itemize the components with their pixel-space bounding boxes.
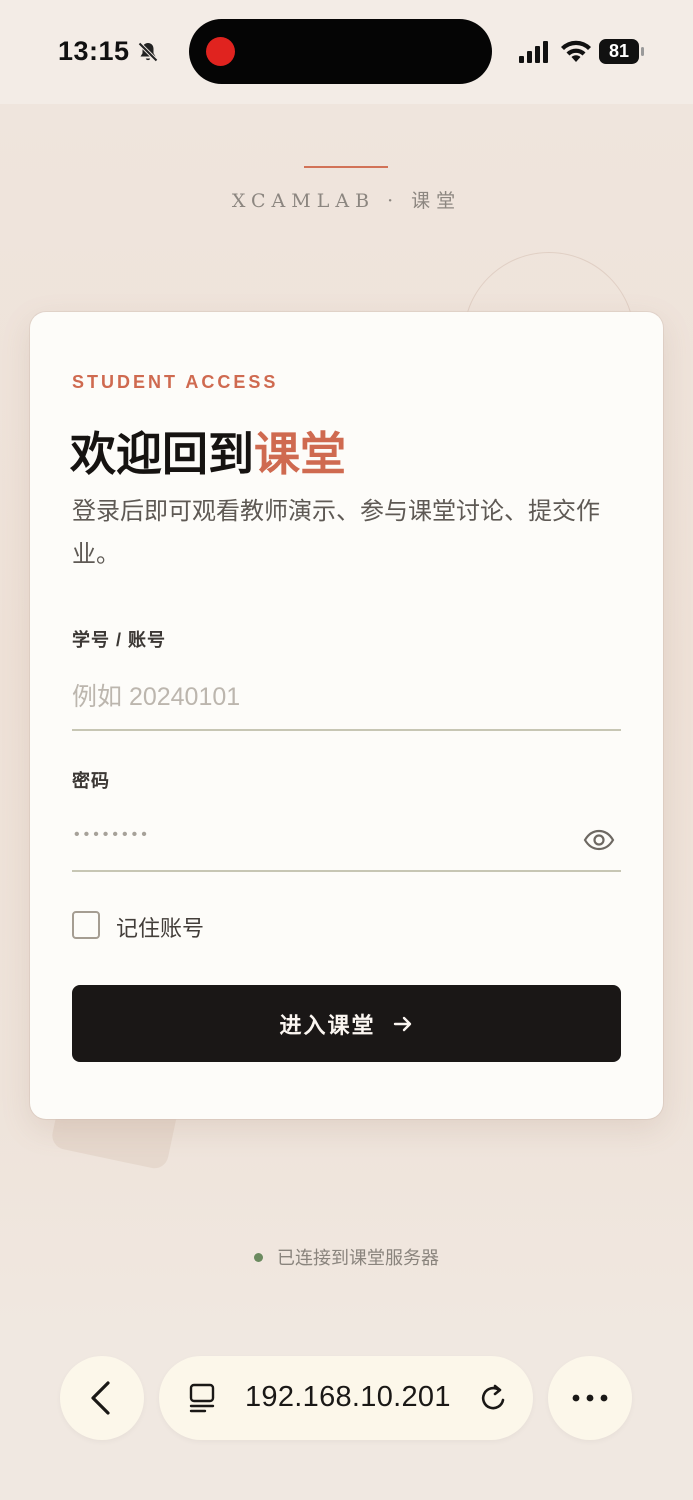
url-text[interactable]: 192.168.10.201 xyxy=(245,1381,451,1414)
signal-icon xyxy=(519,41,548,63)
title-accent: 课堂 xyxy=(254,428,346,480)
password-label: 密码 xyxy=(72,771,110,791)
title-main: 欢迎回到 xyxy=(70,428,254,480)
more-button[interactable] xyxy=(548,1356,632,1440)
back-button[interactable] xyxy=(60,1356,144,1440)
battery-level: 81 xyxy=(608,41,630,61)
password-field[interactable]: •••••••• xyxy=(74,826,151,844)
password-underline xyxy=(72,870,621,872)
arrow-right-icon xyxy=(393,1016,411,1031)
account-underline xyxy=(72,729,621,731)
tabs-icon xyxy=(189,1383,215,1413)
login-card: STUDENT ACCESS 欢迎回到课堂 登录后即可观看教师演示、参与课堂讨论… xyxy=(30,312,663,1119)
enter-button-label: 进入课堂 xyxy=(279,1012,376,1038)
server-status-text: 已连接到课堂服务器 xyxy=(277,1248,439,1268)
enter-classroom-button[interactable]: 进入课堂 xyxy=(72,985,621,1062)
brand-accent-line xyxy=(304,166,388,168)
account-input[interactable] xyxy=(72,677,621,717)
account-label: 学号 / 账号 xyxy=(72,630,167,650)
more-icon xyxy=(572,1394,608,1402)
card-description: 登录后即可观看教师演示、参与课堂讨论、提交作业。 xyxy=(72,498,600,568)
wifi-icon xyxy=(561,40,591,62)
brand-title: XCAMLAB · 课堂 xyxy=(231,190,462,212)
page-title: 欢迎回到课堂 xyxy=(70,418,346,484)
status-dot xyxy=(254,1252,263,1262)
eye-icon[interactable] xyxy=(583,824,615,856)
reload-icon[interactable] xyxy=(475,1378,515,1418)
recording-indicator-icon xyxy=(206,37,235,66)
chevron-left-icon xyxy=(91,1381,110,1415)
battery-icon: 81 xyxy=(599,39,645,64)
remember-label[interactable]: 记住账号 xyxy=(116,911,204,943)
status-bar: 13:15 81 xyxy=(0,0,693,104)
remember-checkbox[interactable] xyxy=(72,911,100,939)
status-time: 13:15 xyxy=(58,36,130,66)
server-status: 已连接到课堂服务器 xyxy=(0,1244,693,1270)
card-eyebrow: STUDENT ACCESS xyxy=(72,372,279,392)
bell-slash-icon xyxy=(137,41,159,63)
